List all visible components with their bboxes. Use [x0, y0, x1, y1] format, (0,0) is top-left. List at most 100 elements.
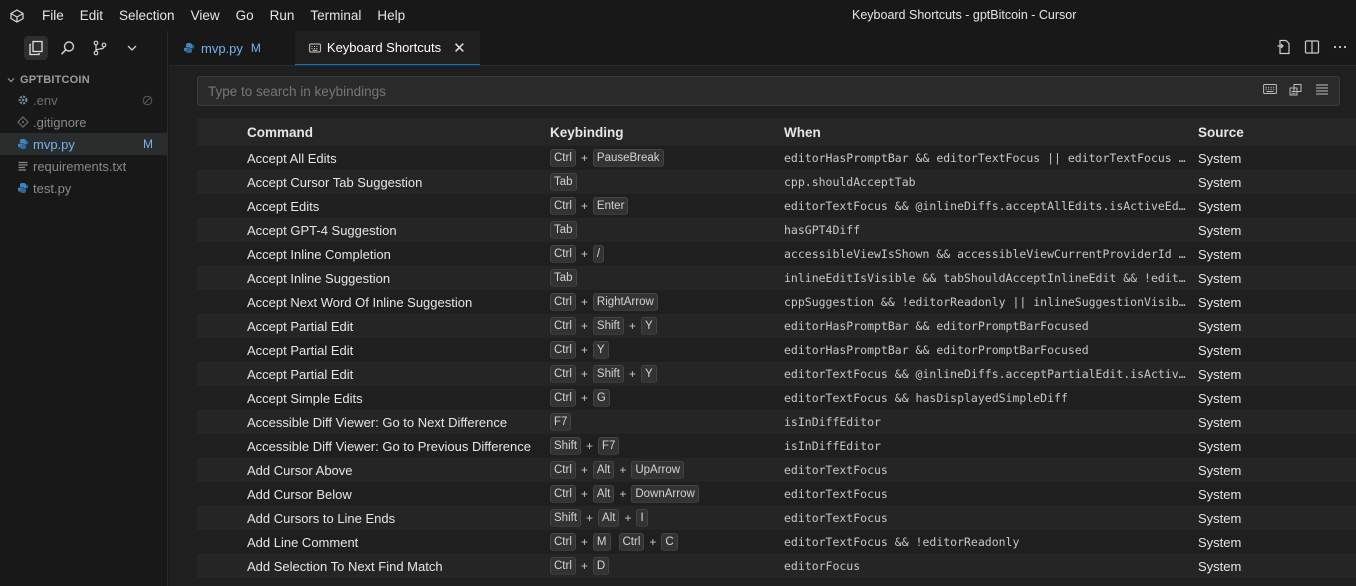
source-cell: System	[1198, 486, 1242, 502]
key-cap: Ctrl	[550, 245, 576, 263]
when-cell: editorTextFocus	[784, 511, 888, 525]
command-cell: Add Line Comment	[247, 534, 359, 550]
column-header-when[interactable]: When	[782, 125, 1190, 140]
table-row[interactable]: Accept Next Word Of Inline Suggestion Ctr…	[197, 290, 1356, 314]
command-cell: Accept Simple Edits	[247, 390, 363, 406]
explorer-view-button[interactable]	[24, 36, 48, 60]
table-row[interactable]: Accessible Diff Viewer: Go to Previous D…	[197, 434, 1356, 458]
when-cell: editorTextFocus	[784, 487, 888, 501]
keybinding-cell: Ctrl + /	[548, 245, 782, 263]
clear-filter-button[interactable]	[1315, 83, 1329, 100]
tab-mvp-py[interactable]: mvp.py M	[169, 31, 275, 65]
ellipsis-icon	[1333, 45, 1347, 49]
key-cap: Alt	[598, 509, 620, 527]
keyboard-shortcuts-editor: Command Keybinding When Source Accept Al…	[169, 66, 1356, 586]
source-cell: System	[1198, 246, 1242, 262]
command-cell: Accept Partial Edit	[247, 366, 354, 382]
search-view-button[interactable]	[56, 36, 80, 60]
key-plus: +	[580, 319, 588, 333]
table-row[interactable]: Accept All Edits Ctrl + PauseBreak editorHas…	[197, 146, 1356, 170]
table-row[interactable]: Accept Partial Edit Ctrl + Shift + YeditorTex…	[197, 362, 1356, 386]
key-cap: M	[592, 533, 611, 551]
file-env[interactable]: .env	[0, 89, 167, 111]
keybindings-search-input[interactable]	[208, 83, 1238, 99]
menu-edit[interactable]: Edit	[72, 0, 111, 31]
menu-run[interactable]: Run	[262, 0, 303, 31]
key-cap: Ctrl	[550, 293, 576, 311]
gear-icon	[17, 94, 29, 106]
key-cap: Shift	[592, 317, 624, 335]
more-views-button[interactable]	[120, 36, 144, 60]
column-header-source[interactable]: Source	[1190, 125, 1310, 140]
file-test-py[interactable]: test.py	[0, 177, 167, 199]
key-cap: Ctrl	[550, 461, 576, 479]
key-cap: Ctrl	[550, 197, 576, 215]
command-cell: Accept GPT-4 Suggestion	[247, 222, 397, 238]
key-cap: Ctrl	[550, 557, 576, 575]
menu-help[interactable]: Help	[369, 0, 413, 31]
source-cell: System	[1198, 510, 1242, 526]
menu-terminal[interactable]: Terminal	[302, 0, 369, 31]
table-body: Accept All Edits Ctrl + PauseBreak editorHas…	[197, 146, 1356, 578]
open-keybindings-json-button[interactable]	[1276, 39, 1292, 58]
table-row[interactable]: Accept Simple Edits Ctrl + GeditorTextFocus…	[197, 386, 1356, 410]
table-row[interactable]: Add Line Comment Ctrl + M Ctrl + CeditorTextFo…	[197, 530, 1356, 554]
keyboard-icon	[309, 43, 321, 53]
close-icon[interactable]: ✕	[453, 39, 466, 57]
keybinding-cell: Ctrl + Alt + UpArrow	[548, 461, 782, 479]
table-row[interactable]: Add Selection To Next Find Match Ctrl + Ded…	[197, 554, 1356, 578]
menu-file[interactable]: File	[34, 0, 72, 31]
table-row[interactable]: Accept Edits Ctrl + Enter editorTextFocus &&…	[197, 194, 1356, 218]
when-cell: cppSuggestion && !editorReadonly || inli…	[784, 295, 1190, 309]
keybindings-table: Command Keybinding When Source Accept Al…	[197, 118, 1356, 578]
table-row[interactable]: Accept Inline Suggestion Tab inlineEditIsV…	[197, 266, 1356, 290]
keybinding-cell: Tab	[548, 269, 782, 287]
file-mvp-py[interactable]: mvp.py M	[0, 133, 167, 155]
key-cap: C	[661, 533, 678, 551]
explorer-folder-header[interactable]: GPTBITCOIN	[0, 71, 167, 89]
keybinding-cell: Shift + Alt + I	[548, 509, 782, 527]
key-cap: G	[592, 389, 610, 407]
file-gitignore[interactable]: .gitignore	[0, 111, 167, 133]
split-editor-button[interactable]	[1304, 39, 1320, 58]
table-row[interactable]: Accept Inline Completion Ctrl + / accessible…	[197, 242, 1356, 266]
menu-selection[interactable]: Selection	[111, 0, 183, 31]
key-cap: Alt	[592, 485, 615, 503]
key-cap: Ctrl	[550, 485, 576, 503]
table-row[interactable]: Accept Partial Edit Ctrl + YeditorHasPrompt…	[197, 338, 1356, 362]
modified-badge: M	[143, 137, 153, 151]
source-cell: System	[1198, 270, 1242, 286]
sort-by-precedence-button[interactable]	[1289, 83, 1303, 100]
when-cell: editorHasPromptBar && editorTextFocus ||…	[784, 151, 1190, 165]
key-cap: UpArrow	[631, 461, 685, 479]
command-cell: Add Cursor Below	[247, 486, 352, 502]
source-control-button[interactable]	[88, 36, 112, 60]
tab-label: Keyboard Shortcuts	[326, 40, 442, 55]
record-keys-button[interactable]	[1263, 83, 1277, 100]
file-requirements-txt[interactable]: requirements.txt	[0, 155, 167, 177]
table-row[interactable]: Accessible Diff Viewer: Go to Next Diffe…	[197, 410, 1356, 434]
source-cell: System	[1198, 342, 1242, 358]
key-plus: +	[628, 367, 636, 381]
table-row[interactable]: Accept GPT-4 Suggestion Tab hasGPT4Diff Sys…	[197, 218, 1356, 242]
table-row[interactable]: Add Cursor Above Ctrl + Alt + UpArrow editorTe…	[197, 458, 1356, 482]
table-header: Command Keybinding When Source	[197, 118, 1356, 146]
table-row[interactable]: Add Cursor Below Ctrl + Alt + DownArrow editor…	[197, 482, 1356, 506]
table-row[interactable]: Accept Partial Edit Ctrl + Shift + YeditorHas…	[197, 314, 1356, 338]
column-header-command[interactable]: Command	[197, 125, 548, 140]
key-cap: Shift	[550, 437, 582, 455]
menu-view[interactable]: View	[183, 0, 228, 31]
keybinding-cell: Tab	[548, 221, 782, 239]
title-bar: File Edit Selection View Go Run Terminal…	[0, 0, 1356, 31]
table-row[interactable]: Add Cursors to Line Ends Shift + Alt + Iedito…	[197, 506, 1356, 530]
command-cell: Accessible Diff Viewer: Go to Previous D…	[247, 438, 531, 454]
column-header-keybinding[interactable]: Keybinding	[548, 125, 782, 140]
ignored-icon	[142, 94, 153, 109]
table-row[interactable]: Accept Cursor Tab Suggestion Tab cpp.shoul…	[197, 170, 1356, 194]
key-plus: +	[586, 511, 594, 525]
key-plus: +	[624, 511, 632, 525]
keybinding-cell: Ctrl + Y	[548, 341, 782, 359]
more-actions-button[interactable]	[1332, 39, 1348, 58]
menu-go[interactable]: Go	[228, 0, 262, 31]
tab-keyboard-shortcuts[interactable]: Keyboard Shortcuts ✕	[294, 31, 480, 65]
